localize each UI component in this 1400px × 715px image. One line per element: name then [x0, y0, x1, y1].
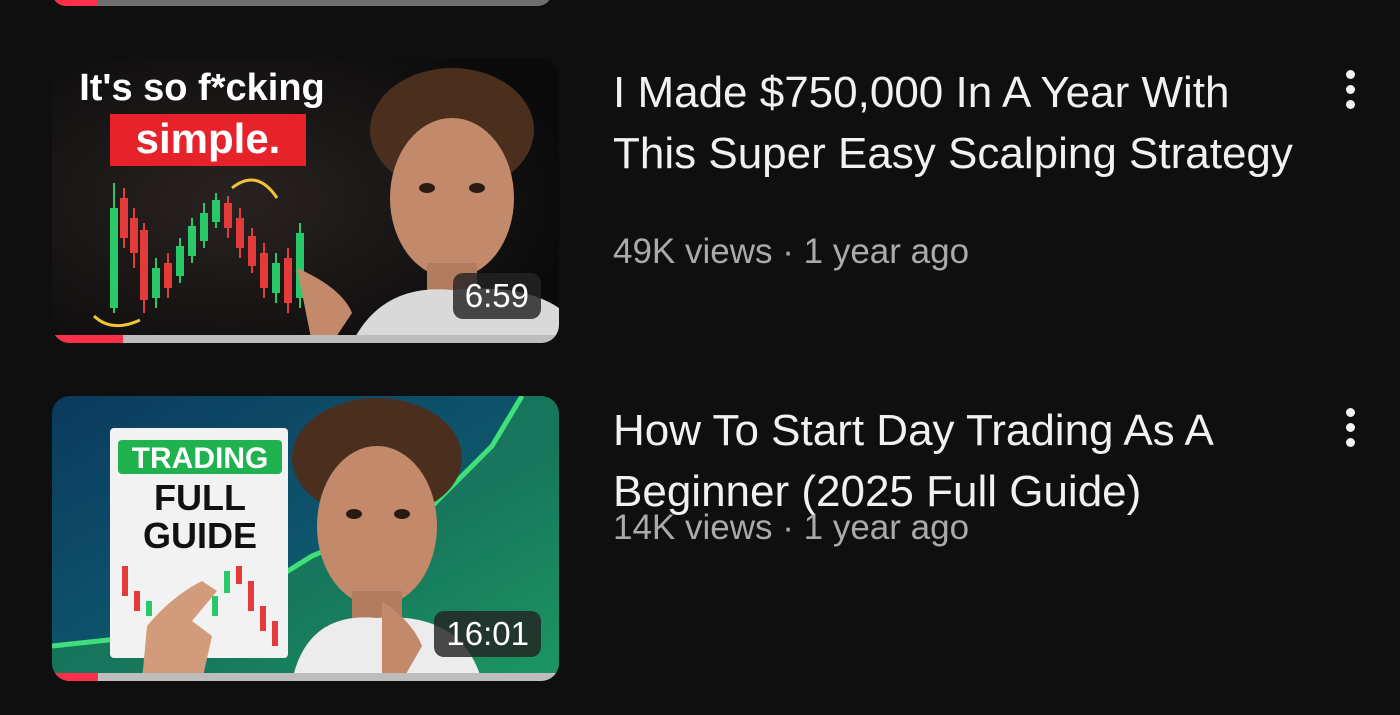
thumbnail-text-line2: simple.	[136, 115, 281, 162]
upload-age: 1 year ago	[803, 508, 970, 547]
previous-video-thumbnail[interactable]	[52, 0, 552, 6]
meta-separator: ·	[782, 508, 804, 547]
more-vert-icon[interactable]	[1330, 64, 1370, 114]
watch-progress-bar	[52, 673, 559, 681]
thumbnail-text-line3: GUIDE	[143, 515, 257, 556]
video-item[interactable]: TRADING FULL GUIDE 16:01 How To Start Da…	[0, 396, 1400, 686]
video-item[interactable]: It's so f*cking simple. 6:59 I Made $750…	[0, 58, 1400, 348]
watch-progress-bar	[52, 335, 559, 343]
video-metadata: 14K views · 1 year ago	[613, 508, 969, 548]
video-thumbnail[interactable]: TRADING FULL GUIDE 16:01	[52, 396, 559, 681]
watch-progress-fill	[52, 673, 98, 681]
watch-progress-fill	[52, 335, 123, 343]
video-title[interactable]: How To Start Day Trading As A Beginner (…	[613, 400, 1293, 522]
video-duration: 16:01	[434, 611, 541, 657]
video-title[interactable]: I Made $750,000 In A Year With This Supe…	[613, 62, 1293, 184]
view-count: 14K views	[613, 508, 773, 547]
video-thumbnail[interactable]: It's so f*cking simple. 6:59	[52, 58, 559, 343]
thumbnail-text-line1: TRADING	[132, 442, 269, 475]
upload-age: 1 year ago	[803, 232, 970, 271]
video-metadata: 49K views · 1 year ago	[613, 232, 969, 272]
view-count: 49K views	[613, 232, 773, 271]
more-vert-icon[interactable]	[1330, 402, 1370, 452]
thumbnail-text-line1: It's so f*cking	[79, 67, 325, 109]
video-duration: 6:59	[452, 273, 541, 319]
watch-progress-fill	[52, 0, 97, 6]
watch-progress-bar	[52, 0, 552, 6]
meta-separator: ·	[782, 232, 804, 271]
thumbnail-text-line2: FULL	[154, 477, 246, 518]
